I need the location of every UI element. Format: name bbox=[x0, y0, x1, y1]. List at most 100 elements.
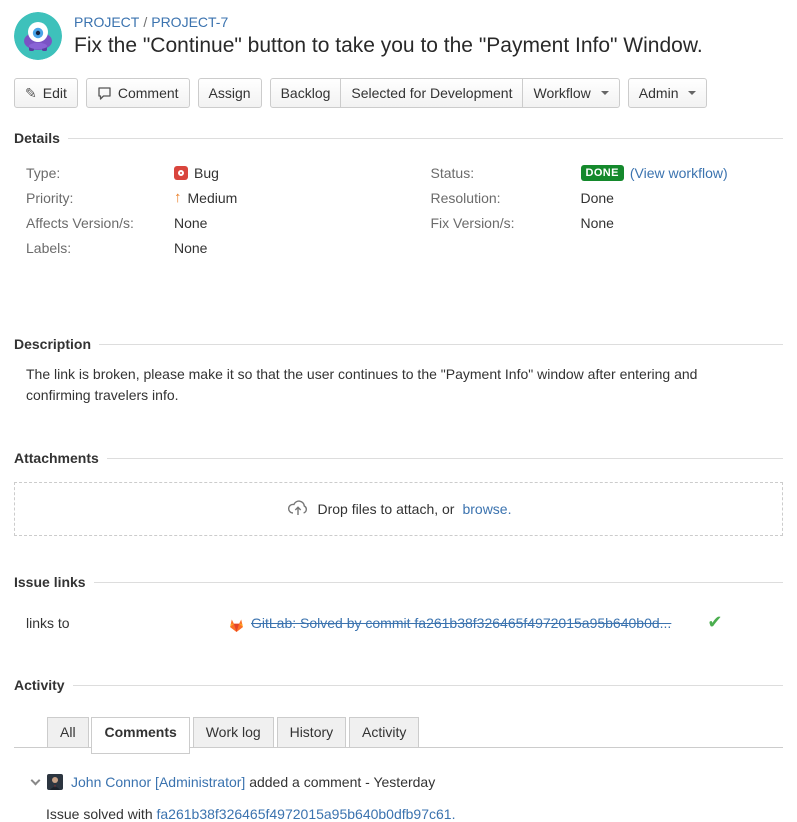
workflow-button-label: Workflow bbox=[533, 85, 590, 101]
activity-heading-label: Activity bbox=[14, 677, 65, 693]
details-section: Details Type: Bug Priority: ↑ Medium bbox=[14, 130, 783, 260]
breadcrumb-project-link[interactable]: PROJECT bbox=[74, 14, 139, 30]
toolbar: ✎ Edit Comment Assign Backlog Selected f… bbox=[14, 78, 783, 108]
workflow-dropdown-button[interactable]: Workflow bbox=[522, 78, 619, 108]
details-heading: Details bbox=[14, 130, 783, 146]
comment-body: Issue solved with fa261b38f326465f497201… bbox=[14, 806, 783, 822]
section-divider bbox=[68, 138, 783, 139]
comment-body-text: Issue solved with bbox=[46, 806, 153, 822]
issue-header: PROJECT/PROJECT-7 Fix the "Continue" but… bbox=[14, 12, 783, 60]
upload-cloud-icon bbox=[286, 497, 310, 521]
fix-versions-label: Fix Version/s: bbox=[431, 215, 581, 231]
priority-label: Priority: bbox=[14, 190, 174, 206]
field-labels: Labels: None bbox=[14, 235, 399, 260]
selected-for-development-label: Selected for Development bbox=[351, 85, 512, 101]
activity-section: Activity All Comments Work log History A… bbox=[14, 677, 783, 822]
project-avatar bbox=[14, 12, 62, 60]
details-right-column: Status: DONE (View workflow) Resolution:… bbox=[399, 160, 784, 260]
section-divider bbox=[99, 344, 783, 345]
tab-work-log[interactable]: Work log bbox=[193, 717, 274, 748]
activity-tabs: All Comments Work log History Activity bbox=[14, 717, 783, 748]
edit-button-label: Edit bbox=[43, 85, 67, 101]
type-value-text: Bug bbox=[194, 165, 219, 181]
chevron-down-icon bbox=[601, 91, 609, 99]
priority-value-text: Medium bbox=[188, 190, 238, 206]
backlog-button[interactable]: Backlog bbox=[270, 78, 342, 108]
admin-button-label: Admin bbox=[639, 85, 679, 101]
issue-links-heading-label: Issue links bbox=[14, 574, 86, 590]
tab-all[interactable]: All bbox=[47, 717, 89, 748]
priority-medium-icon: ↑ bbox=[174, 189, 182, 206]
attachments-dropzone[interactable]: Drop files to attach, or browse. bbox=[14, 482, 783, 536]
comment-button-label: Comment bbox=[118, 85, 179, 101]
status-badge: DONE bbox=[581, 165, 624, 181]
monster-avatar-icon bbox=[14, 12, 62, 60]
drop-files-text: Drop files to attach, or bbox=[318, 501, 455, 517]
pencil-icon: ✎ bbox=[25, 86, 37, 100]
details-heading-label: Details bbox=[14, 130, 60, 146]
breadcrumb: PROJECT/PROJECT-7 bbox=[74, 14, 703, 30]
resolved-check-icon: ✔ bbox=[707, 612, 722, 633]
description-heading: Description bbox=[14, 336, 783, 352]
collapse-chevron-icon[interactable] bbox=[31, 775, 41, 785]
field-affects-versions: Affects Version/s: None bbox=[14, 210, 399, 235]
activity-heading: Activity bbox=[14, 677, 783, 693]
gitlab-icon bbox=[228, 616, 245, 633]
comment-meta-line: John Connor [Administrator] added a comm… bbox=[71, 774, 435, 790]
type-label: Type: bbox=[14, 165, 174, 181]
section-divider bbox=[107, 458, 783, 459]
field-priority: Priority: ↑ Medium bbox=[14, 185, 399, 210]
details-grid: Type: Bug Priority: ↑ Medium Affects Ver… bbox=[14, 160, 783, 260]
field-fix-versions: Fix Version/s: None bbox=[431, 210, 784, 235]
browse-link[interactable]: browse. bbox=[462, 501, 511, 517]
assign-button-label: Assign bbox=[209, 85, 251, 101]
breadcrumb-issue-link[interactable]: PROJECT-7 bbox=[151, 14, 228, 30]
section-divider bbox=[94, 582, 783, 583]
workflow-button-group: Backlog Selected for Development Workflo… bbox=[270, 78, 620, 108]
labels-value: None bbox=[174, 240, 207, 256]
field-type: Type: Bug bbox=[14, 160, 399, 185]
edit-button[interactable]: ✎ Edit bbox=[14, 78, 78, 108]
priority-value: ↑ Medium bbox=[174, 189, 237, 206]
field-status: Status: DONE (View workflow) bbox=[431, 160, 784, 185]
header-text: PROJECT/PROJECT-7 Fix the "Continue" but… bbox=[74, 12, 703, 58]
affects-versions-value: None bbox=[174, 215, 207, 231]
issue-links-section: Issue links links to GitLab: Solved by c… bbox=[14, 574, 783, 633]
fix-versions-value: None bbox=[581, 215, 614, 231]
type-value: Bug bbox=[174, 165, 219, 181]
backlog-button-label: Backlog bbox=[281, 85, 331, 101]
assign-button[interactable]: Assign bbox=[198, 78, 262, 108]
issue-page: PROJECT/PROJECT-7 Fix the "Continue" but… bbox=[0, 0, 797, 822]
chevron-down-icon bbox=[688, 91, 696, 99]
issue-title: Fix the "Continue" button to take you to… bbox=[74, 34, 703, 58]
comment-author-link[interactable]: John Connor [Administrator] bbox=[71, 774, 245, 790]
section-divider bbox=[73, 685, 783, 686]
issue-link-row: links to GitLab: Solved by commit fa261b… bbox=[14, 612, 783, 633]
link-relation-label: links to bbox=[14, 615, 228, 631]
details-left-column: Type: Bug Priority: ↑ Medium Affects Ver… bbox=[14, 160, 399, 260]
attachments-section: Attachments Drop files to attach, or bro… bbox=[14, 450, 783, 536]
resolution-value: Done bbox=[581, 190, 614, 206]
description-section: Description The link is broken, please m… bbox=[14, 336, 783, 406]
issue-links-heading: Issue links bbox=[14, 574, 783, 590]
commit-hash-link[interactable]: fa261b38f326465f4972015a95b640b0dfb97c61… bbox=[157, 806, 456, 822]
attachments-heading-label: Attachments bbox=[14, 450, 99, 466]
field-resolution: Resolution: Done bbox=[431, 185, 784, 210]
comment-button[interactable]: Comment bbox=[86, 78, 190, 108]
tab-activity[interactable]: Activity bbox=[349, 717, 419, 748]
resolution-label: Resolution: bbox=[431, 190, 581, 206]
admin-dropdown-button[interactable]: Admin bbox=[628, 78, 708, 108]
selected-for-development-button[interactable]: Selected for Development bbox=[340, 78, 523, 108]
attachments-heading: Attachments bbox=[14, 450, 783, 466]
breadcrumb-separator: / bbox=[143, 14, 147, 30]
affects-versions-label: Affects Version/s: bbox=[14, 215, 174, 231]
gitlab-commit-link[interactable]: GitLab: Solved by commit fa261b38f326465… bbox=[251, 615, 671, 631]
status-label: Status: bbox=[431, 165, 581, 181]
view-workflow-link[interactable]: (View workflow) bbox=[630, 165, 728, 181]
labels-label: Labels: bbox=[14, 240, 174, 256]
tab-comments[interactable]: Comments bbox=[91, 717, 189, 754]
tab-history[interactable]: History bbox=[277, 717, 347, 748]
comment-header: John Connor [Administrator] added a comm… bbox=[14, 774, 783, 790]
comment-bubble-icon bbox=[97, 86, 112, 101]
comment-meta-text: added a comment - Yesterday bbox=[249, 774, 435, 790]
